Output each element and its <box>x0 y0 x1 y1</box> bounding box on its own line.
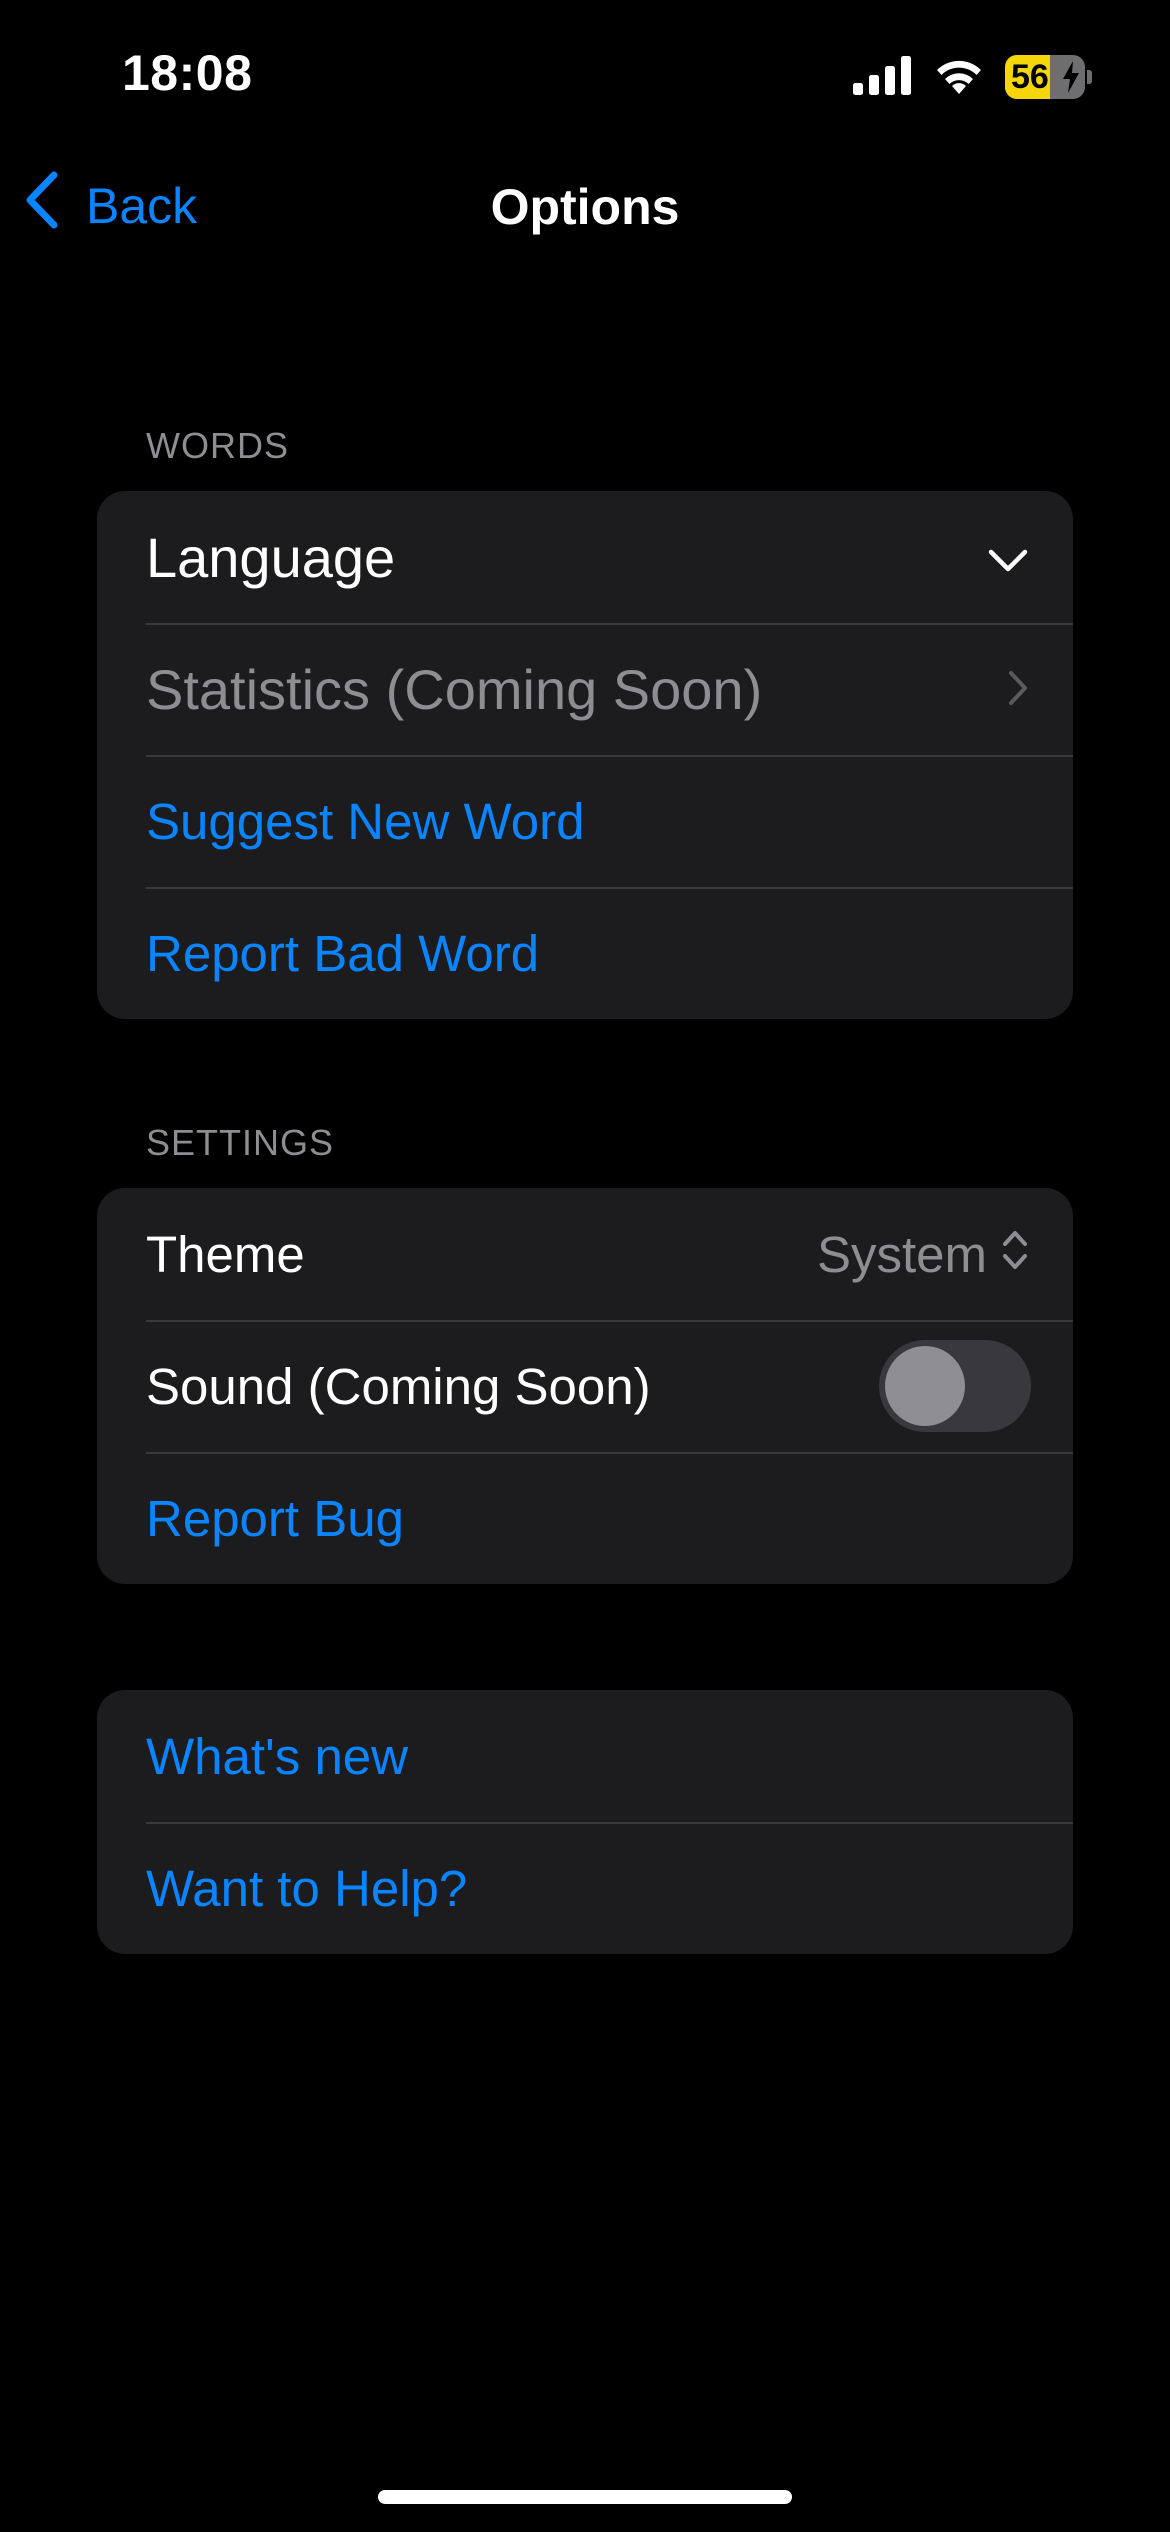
chevron-right-icon <box>1007 660 1029 719</box>
report-bad-word-link: Report Bad Word <box>146 924 540 982</box>
battery-level-text: 56 <box>1011 57 1049 96</box>
want-to-help-link: Want to Help? <box>146 1859 468 1917</box>
whats-new-link: What's new <box>146 1727 408 1785</box>
suggest-new-word-row[interactable]: Suggest New Word <box>97 755 1073 887</box>
toggle-knob <box>885 1346 965 1426</box>
battery-indicator: 56 <box>1005 55 1092 99</box>
whats-new-row[interactable]: What's new <box>97 1690 1073 1822</box>
home-indicator[interactable] <box>378 2490 792 2504</box>
report-bug-link: Report Bug <box>146 1489 404 1547</box>
report-bad-word-row[interactable]: Report Bad Word <box>97 887 1073 1019</box>
status-icons: 56 <box>853 52 1092 102</box>
language-row[interactable]: Language <box>97 491 1073 623</box>
theme-picker[interactable]: System <box>817 1225 1029 1284</box>
chevron-up-down-icon <box>1001 1225 1029 1284</box>
want-to-help-row[interactable]: Want to Help? <box>97 1822 1073 1954</box>
chevron-down-icon <box>987 528 1029 587</box>
theme-value: System <box>816 1225 987 1283</box>
settings-group: Theme System Sound (Coming Soon) Report … <box>97 1188 1073 1584</box>
sound-row: Sound (Coming Soon) <box>97 1320 1073 1452</box>
charging-bolt-icon <box>1061 61 1081 98</box>
sound-label: Sound (Coming Soon) <box>146 1357 651 1415</box>
more-group: What's new Want to Help? <box>97 1690 1073 1954</box>
section-header-settings: SETTINGS <box>146 1122 335 1163</box>
statistics-row[interactable]: Statistics (Coming Soon) <box>97 623 1073 755</box>
statistics-label: Statistics (Coming Soon) <box>146 657 763 721</box>
navigation-bar: Back Options <box>0 160 1170 250</box>
battery-nub <box>1087 70 1092 84</box>
cellular-signal-icon <box>853 55 913 100</box>
report-bug-row[interactable]: Report Bug <box>97 1452 1073 1584</box>
page-title: Options <box>490 179 680 235</box>
status-bar: 18:08 56 <box>0 0 1170 150</box>
sound-toggle[interactable] <box>879 1340 1031 1432</box>
status-time: 18:08 <box>122 45 253 101</box>
wifi-icon <box>933 55 985 100</box>
section-header-words: WORDS <box>146 425 289 466</box>
suggest-new-word-link: Suggest New Word <box>146 792 585 850</box>
battery-charging-icon: 56 <box>1005 55 1085 99</box>
words-group: Language Statistics (Coming Soon) Sugges… <box>97 491 1073 1019</box>
theme-label: Theme <box>146 1225 305 1283</box>
theme-row[interactable]: Theme System <box>97 1188 1073 1320</box>
language-label: Language <box>146 525 396 589</box>
